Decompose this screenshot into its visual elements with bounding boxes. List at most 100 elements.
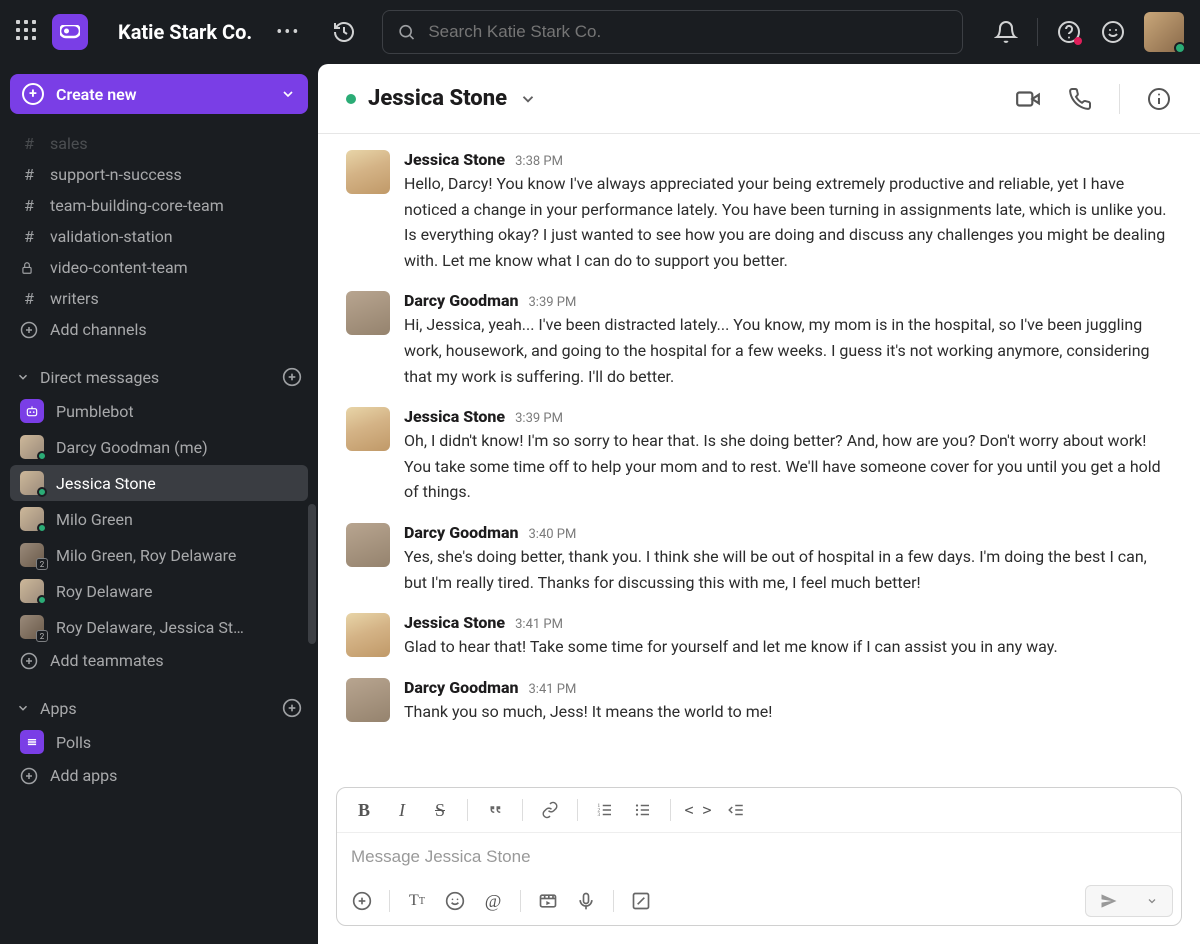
- message-author[interactable]: Jessica Stone: [404, 150, 505, 169]
- message-avatar[interactable]: [346, 291, 390, 335]
- italic-button[interactable]: I: [385, 794, 419, 826]
- dm-item[interactable]: Pumblebot: [10, 393, 308, 429]
- create-label: Create new: [56, 85, 137, 104]
- message-avatar[interactable]: [346, 407, 390, 451]
- presence-indicator: [346, 94, 356, 104]
- polls-icon: [20, 730, 44, 754]
- message-avatar[interactable]: [346, 678, 390, 722]
- info-icon[interactable]: [1146, 86, 1172, 112]
- dm-item[interactable]: Milo Green: [10, 501, 308, 537]
- attach-button[interactable]: [345, 885, 379, 917]
- bot-icon: [20, 399, 44, 423]
- ordered-list-button[interactable]: 123: [588, 794, 622, 826]
- channel-item[interactable]: #writers: [10, 283, 308, 314]
- message-text: Hi, Jessica, yeah... I've been distracte…: [404, 312, 1172, 389]
- channel-label: writers: [50, 289, 99, 308]
- mention-button[interactable]: @: [476, 885, 510, 917]
- sidebar: + Create new # sales #support-n-success#…: [0, 64, 318, 944]
- dm-item[interactable]: 2Milo Green, Roy Delaware: [10, 537, 308, 573]
- add-apps-button[interactable]: Add apps: [10, 760, 308, 791]
- message-time: 3:39 PM: [529, 295, 577, 310]
- send-button[interactable]: [1085, 885, 1131, 917]
- message-time: 3:38 PM: [515, 154, 563, 169]
- shortcut-button[interactable]: [624, 885, 658, 917]
- message-author[interactable]: Jessica Stone: [404, 613, 505, 632]
- dm-item[interactable]: Jessica Stone: [10, 465, 308, 501]
- workspace-name[interactable]: Katie Stark Co.: [118, 20, 252, 44]
- add-app-icon[interactable]: [282, 698, 302, 718]
- messages-pane[interactable]: Jessica Stone3:38 PMHello, Darcy! You kn…: [318, 134, 1200, 787]
- add-channels-button[interactable]: Add channels: [10, 314, 308, 345]
- user-avatar: [20, 471, 44, 495]
- video-call-icon[interactable]: [1015, 86, 1041, 112]
- channel-label: support-n-success: [50, 165, 182, 184]
- text-format-button[interactable]: TT: [400, 885, 434, 917]
- chevron-down-icon: [16, 701, 30, 715]
- create-new-button[interactable]: + Create new: [10, 74, 308, 114]
- user-avatar: [20, 435, 44, 459]
- dm-label: Milo Green: [56, 510, 133, 529]
- message: Darcy Goodman3:40 PMYes, she's doing bet…: [346, 523, 1172, 595]
- message-author[interactable]: Darcy Goodman: [404, 523, 519, 542]
- message-author[interactable]: Darcy Goodman: [404, 291, 519, 310]
- code-button[interactable]: < >: [681, 794, 715, 826]
- message: Darcy Goodman 3:39 PM Hi, Jessica, yeah...…: [346, 291, 1172, 389]
- link-button[interactable]: [533, 794, 567, 826]
- phone-call-icon[interactable]: [1067, 86, 1093, 112]
- dm-label: Milo Green, Roy Delaware: [56, 546, 236, 565]
- more-icon[interactable]: •••: [276, 22, 300, 43]
- history-icon[interactable]: [330, 18, 358, 46]
- help-icon[interactable]: [1056, 19, 1082, 45]
- message-author[interactable]: Darcy Goodman: [404, 678, 519, 697]
- dm-label: Pumblebot: [56, 402, 134, 421]
- code-block-button[interactable]: [719, 794, 753, 826]
- channel-item[interactable]: # support-n-success: [10, 159, 308, 190]
- sidebar-scrollbar[interactable]: [308, 504, 316, 644]
- group-avatar: 2: [20, 615, 44, 639]
- channel-item[interactable]: #validation-station: [10, 221, 308, 252]
- user-avatar: [20, 579, 44, 603]
- dm-item[interactable]: Roy Delaware: [10, 573, 308, 609]
- dm-section-header[interactable]: Direct messages: [10, 361, 308, 393]
- add-dm-icon[interactable]: [282, 367, 302, 387]
- message-text: Oh, I didn't know! I'm so sorry to hear …: [404, 428, 1172, 505]
- chevron-down-icon: [280, 86, 296, 102]
- dm-item[interactable]: Darcy Goodman (me): [10, 429, 308, 465]
- hash-icon: #: [20, 165, 38, 184]
- channel-item[interactable]: #team-building-core-team: [10, 190, 308, 221]
- notifications-icon[interactable]: [993, 19, 1019, 45]
- dm-item[interactable]: 2Roy Delaware, Jessica St…: [10, 609, 308, 645]
- message-input[interactable]: [337, 833, 1181, 881]
- emoji-icon[interactable]: [1100, 19, 1126, 45]
- apps-section-header[interactable]: Apps: [10, 692, 308, 724]
- message-time: 3:41 PM: [515, 617, 563, 632]
- quote-button[interactable]: [478, 794, 512, 826]
- channel-item-partial[interactable]: # sales: [10, 128, 308, 159]
- user-avatar[interactable]: [1144, 12, 1184, 52]
- audio-attach-button[interactable]: [569, 885, 603, 917]
- message-avatar[interactable]: [346, 613, 390, 657]
- add-teammates-button[interactable]: Add teammates: [10, 645, 308, 676]
- bold-button[interactable]: B: [347, 794, 381, 826]
- message-avatar[interactable]: [346, 150, 390, 194]
- message-avatar[interactable]: [346, 523, 390, 567]
- hash-icon: #: [20, 196, 38, 215]
- channel-item[interactable]: video-content-team: [10, 252, 308, 283]
- video-attach-button[interactable]: [531, 885, 565, 917]
- chat-title[interactable]: Jessica Stone: [368, 86, 507, 111]
- search-input[interactable]: [428, 22, 948, 42]
- search-box[interactable]: [382, 10, 963, 54]
- channel-label: video-content-team: [50, 258, 188, 277]
- dm-label: Darcy Goodman (me): [56, 438, 208, 457]
- strikethrough-button[interactable]: S: [423, 794, 457, 826]
- bullet-list-button[interactable]: [626, 794, 660, 826]
- message-composer: B I S 123: [336, 787, 1182, 926]
- message-author[interactable]: Jessica Stone: [404, 407, 505, 426]
- app-item-polls[interactable]: Polls: [10, 724, 308, 760]
- chevron-down-icon[interactable]: [519, 90, 537, 108]
- emoji-picker-button[interactable]: [438, 885, 472, 917]
- message-time: 3:40 PM: [529, 527, 577, 542]
- send-options-button[interactable]: [1131, 885, 1173, 917]
- brand-logo[interactable]: [52, 14, 88, 50]
- apps-grid-icon[interactable]: [16, 20, 40, 44]
